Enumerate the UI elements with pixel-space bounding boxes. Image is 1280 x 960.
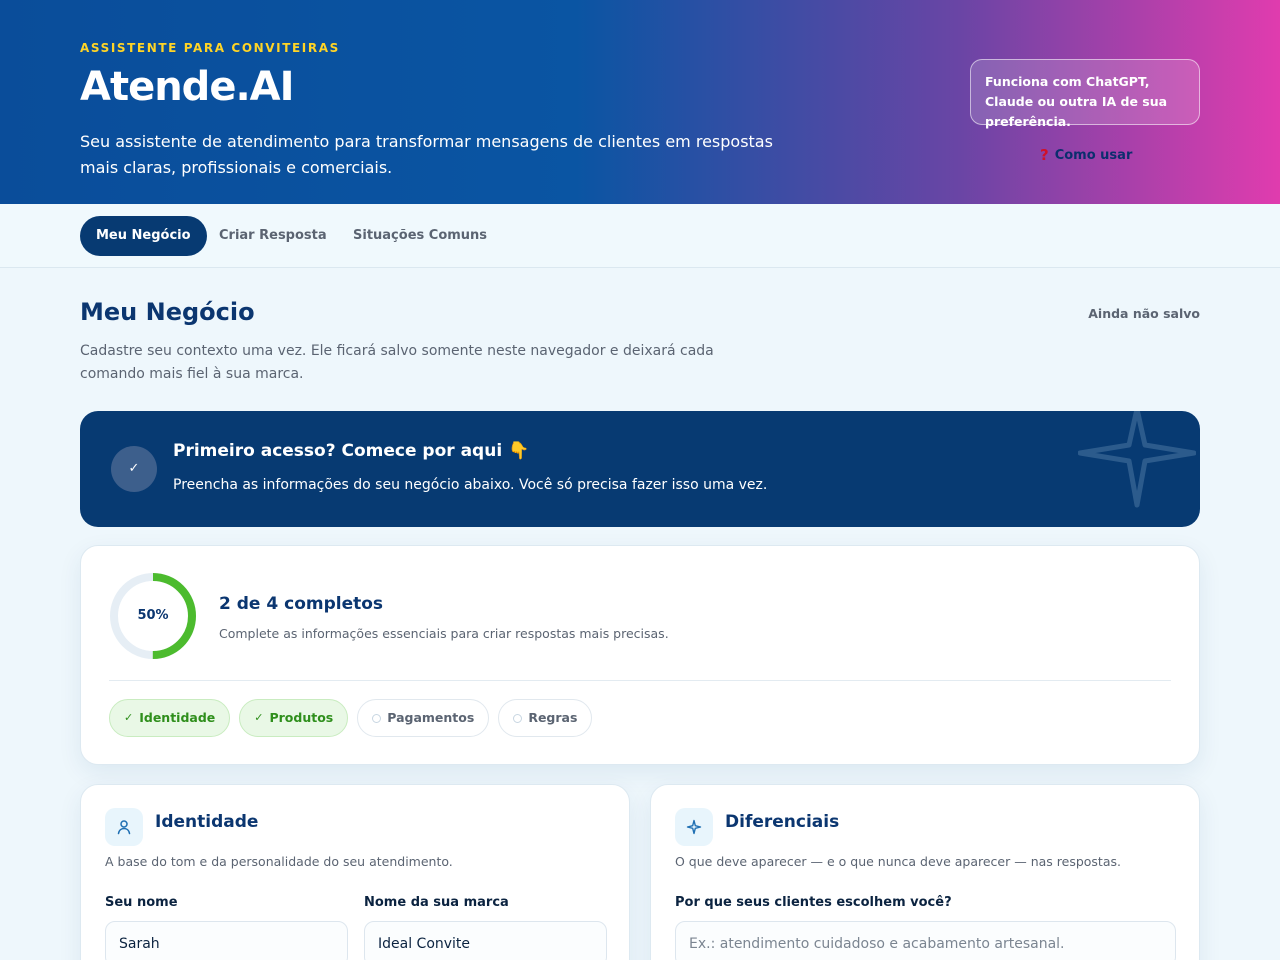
- how-to-use-link[interactable]: ? Como usar: [1040, 146, 1132, 164]
- progress-steps: ✓ Identidade ✓ Produtos Pagamentos Regra…: [109, 699, 593, 737]
- tab-criar-resposta[interactable]: Criar Resposta: [203, 216, 343, 256]
- progress-description: Complete as informações essenciais para …: [219, 626, 669, 641]
- step-chip-regras[interactable]: Regras: [498, 699, 593, 737]
- step-label: Identidade: [139, 710, 216, 725]
- sparkle-icon: [675, 808, 713, 846]
- main-tabs: Meu Negócio Criar Resposta Situações Com…: [0, 204, 1280, 268]
- divider: [109, 680, 1171, 681]
- differentials-title: Diferenciais: [725, 812, 840, 832]
- page-description: Cadastre seu contexto uma vez. Ele ficar…: [80, 343, 714, 382]
- tab-situacoes-comuns[interactable]: Situações Comuns: [337, 216, 503, 256]
- brand-name-label: Nome da sua marca: [364, 895, 509, 910]
- question-icon: ?: [1040, 146, 1049, 164]
- name-input[interactable]: [105, 921, 348, 960]
- sparkle-icon: [1078, 411, 1196, 508]
- identity-card: Identidade A base do tom e da personalid…: [80, 784, 630, 960]
- name-label: Seu nome: [105, 895, 178, 910]
- differentials-card: Diferenciais O que deve aparecer — e o q…: [650, 784, 1200, 960]
- check-icon: ✓: [111, 446, 157, 492]
- user-icon: [105, 808, 143, 846]
- step-label: Produtos: [269, 710, 334, 725]
- empty-circle-icon: [372, 713, 382, 723]
- brand-title: Atende.AI: [80, 64, 294, 110]
- page-title: Meu Negócio: [80, 298, 255, 326]
- check-icon: ✓: [124, 711, 134, 724]
- step-chip-pagamentos[interactable]: Pagamentos: [357, 699, 490, 737]
- tab-meu-negocio[interactable]: Meu Negócio: [80, 216, 207, 256]
- step-label: Pagamentos: [387, 710, 475, 725]
- identity-title: Identidade: [155, 812, 259, 832]
- header-tagline: Seu assistente de atendimento para trans…: [80, 132, 773, 177]
- progress-card: 50% 2 de 4 completos Complete as informa…: [80, 545, 1200, 765]
- step-chip-produtos[interactable]: ✓ Produtos: [239, 699, 349, 737]
- empty-circle-icon: [513, 713, 523, 723]
- step-chip-identidade[interactable]: ✓ Identidade: [109, 699, 231, 737]
- identity-description: A base do tom e da personalidade do seu …: [105, 854, 453, 869]
- save-status: Ainda não salvo: [1088, 306, 1200, 321]
- why-choose-input[interactable]: [675, 921, 1176, 960]
- brand-name-input[interactable]: [364, 921, 607, 960]
- progress-percent: 50%: [137, 608, 169, 623]
- app-header: ASSISTENTE PARA CONVITEIRAS Atende.AI Se…: [0, 0, 1280, 204]
- banner-text: Preencha as informações do seu negócio a…: [173, 477, 768, 493]
- differentials-description: O que deve aparecer — e o que nunca deve…: [675, 854, 1121, 869]
- banner-title: Primeiro acesso? Comece por aqui 👇: [173, 441, 530, 461]
- check-icon: ✓: [254, 711, 264, 724]
- header-eyebrow: ASSISTENTE PARA CONVITEIRAS: [80, 41, 340, 55]
- welcome-banner: ✓ Primeiro acesso? Comece por aqui 👇 Pre…: [80, 411, 1200, 527]
- compatibility-note: Funciona com ChatGPT, Claude ou outra IA…: [970, 59, 1200, 129]
- how-to-use-label: Como usar: [1054, 147, 1133, 163]
- step-label: Regras: [528, 710, 578, 725]
- why-choose-label: Por que seus clientes escolhem você?: [675, 895, 952, 910]
- progress-title: 2 de 4 completos: [219, 594, 384, 614]
